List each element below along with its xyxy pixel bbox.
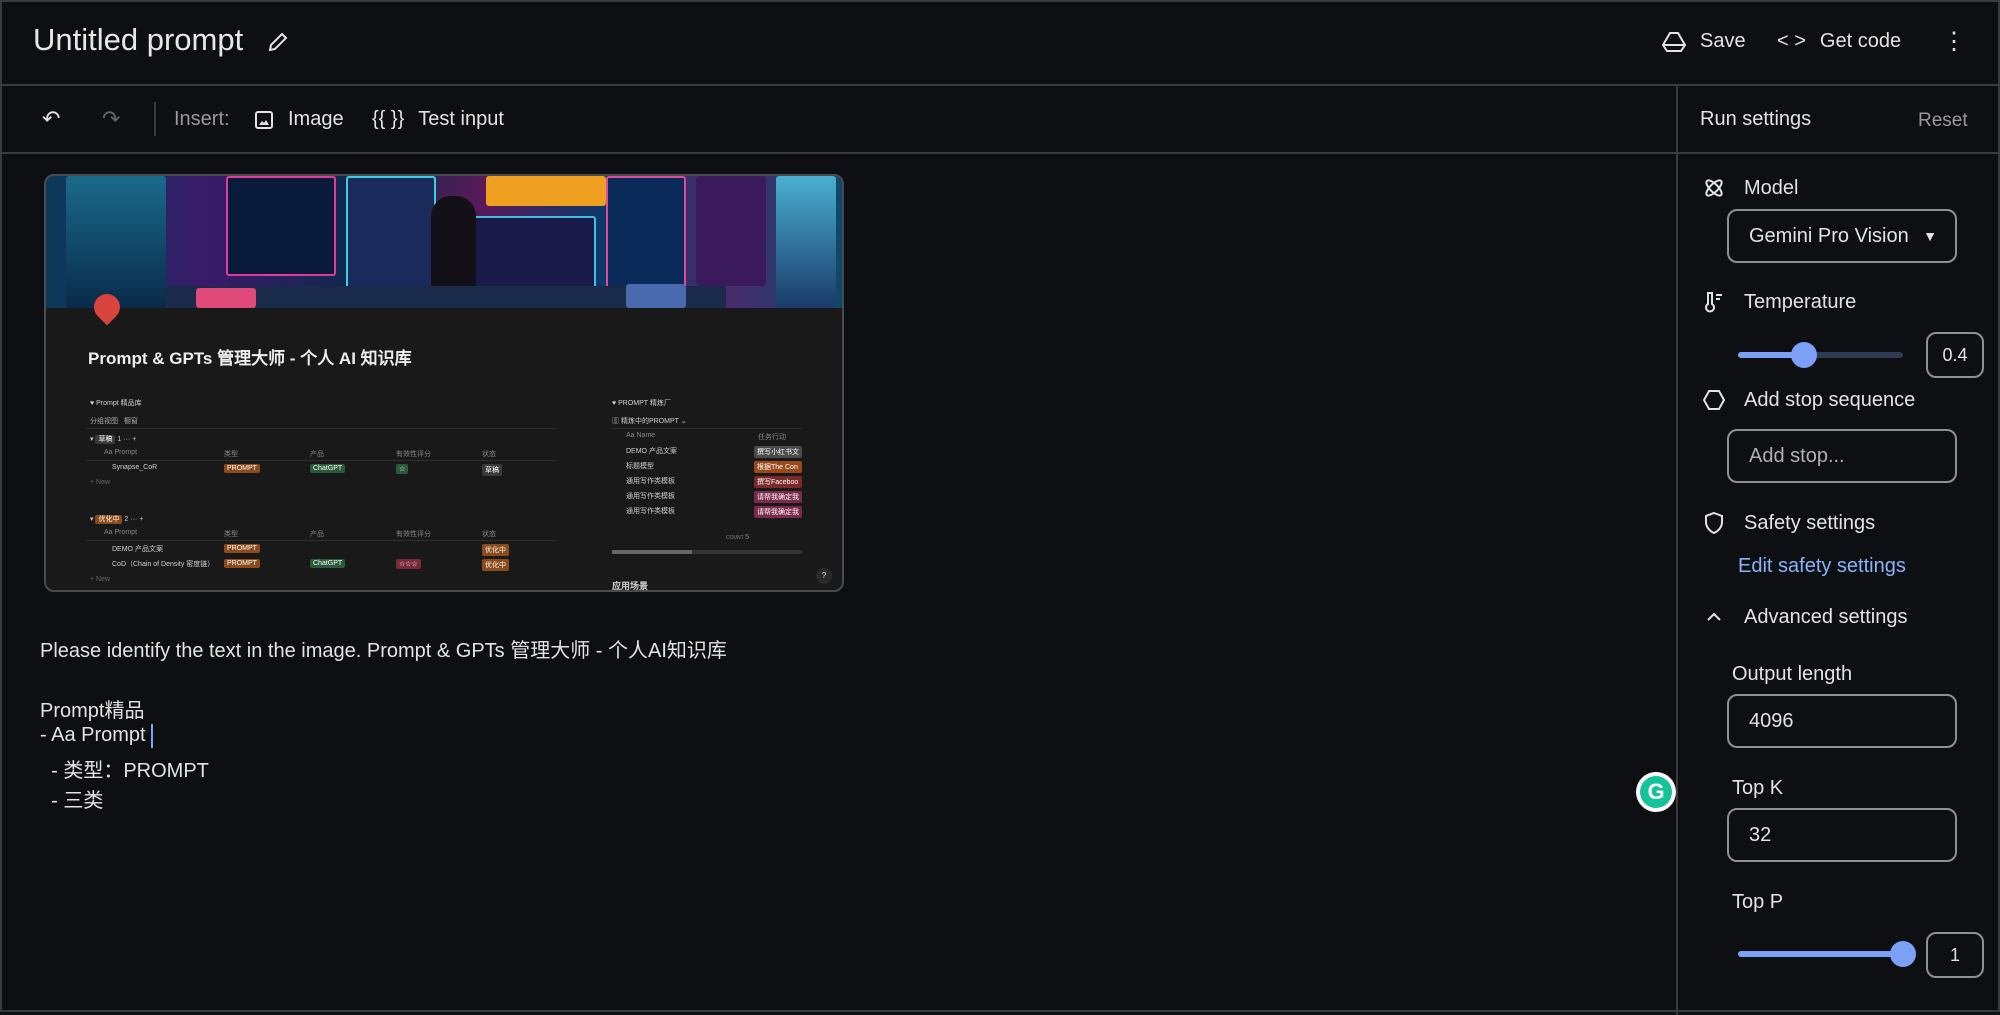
image-row-tag: 根据The Con: [754, 461, 802, 473]
temperature-section: Temperature: [1702, 290, 1856, 314]
redo-icon[interactable]: ↷: [102, 106, 120, 132]
image-title: Prompt & GPTs 管理大师 - 个人 AI 知识库: [88, 349, 412, 368]
image-row-tag: 请帮我确定我: [754, 491, 802, 503]
top-k-input[interactable]: 32: [1727, 808, 1957, 862]
undo-icon[interactable]: ↶: [42, 106, 60, 132]
image-row-name: 通用写作类模板: [626, 478, 675, 485]
image-row-tag: 撰写Faceboo: [754, 476, 802, 488]
text-cursor: [151, 724, 153, 748]
image-row-name: 标题模型: [626, 463, 654, 470]
top-p-label: Top P: [1732, 891, 1784, 913]
left-db-title: ♥ Prompt 精品库: [90, 400, 142, 407]
slider-thumb[interactable]: [1890, 941, 1916, 967]
shield-icon: [1705, 511, 1723, 535]
temperature-input[interactable]: 0.4: [1926, 332, 1984, 378]
help-button: ?: [816, 568, 832, 584]
top-p-slider[interactable]: [1738, 941, 1916, 967]
prompt-line: - 三类: [40, 790, 104, 812]
advanced-settings-toggle[interactable]: Advanced settings: [1702, 605, 1907, 629]
edit-title-icon[interactable]: [266, 30, 290, 59]
atom-icon: [1705, 179, 1723, 197]
prompt-title[interactable]: Untitled prompt: [33, 22, 243, 58]
prompt-line: - Aa Prompt: [40, 724, 146, 746]
prompt-line: Prompt精品: [40, 700, 145, 722]
output-length-input[interactable]: 4096: [1727, 694, 1957, 748]
chevron-up-icon: [1707, 612, 1721, 621]
braces-icon: {{ }}: [372, 108, 405, 130]
image-row-name: 通用写作类模板: [626, 493, 675, 500]
run-settings-title: Run settings: [1700, 108, 1812, 130]
uploaded-image[interactable]: Prompt & GPTs 管理大师 - 个人 AI 知识库 ♥ Prompt …: [44, 174, 844, 592]
image-row-tag: 撰写小红书文: [754, 446, 802, 458]
model-select[interactable]: Gemini Pro Vision ▼: [1727, 209, 1957, 263]
image-banner: [46, 176, 842, 308]
slider-thumb[interactable]: [1791, 342, 1817, 368]
reset-button[interactable]: Reset: [1918, 110, 1968, 132]
save-button[interactable]: Save: [1662, 30, 1746, 53]
top-p-input[interactable]: 1: [1926, 932, 1984, 978]
image-row-tag: 请帮我确定我: [754, 506, 802, 518]
insert-image-button[interactable]: Image: [254, 108, 344, 131]
grammarly-icon[interactable]: G: [1636, 772, 1676, 812]
safety-section: Safety settings: [1702, 511, 1875, 535]
get-code-button[interactable]: < > Get code: [1777, 30, 1901, 53]
image-row-name: 通用写作类模板: [626, 508, 675, 515]
insert-label: Insert:: [174, 108, 230, 130]
model-section: Model: [1702, 176, 1798, 200]
more-options-icon[interactable]: ⋮: [1942, 28, 1966, 56]
top-k-label: Top K: [1732, 777, 1784, 799]
output-length-label: Output length: [1732, 663, 1853, 685]
code-icon: < >: [1777, 30, 1806, 52]
thermometer-icon: [1705, 292, 1722, 313]
temperature-slider[interactable]: [1738, 342, 1903, 368]
stop-sequence-input[interactable]: Add stop...: [1727, 429, 1957, 483]
prompt-line: Please identify the text in the image. P…: [40, 640, 727, 662]
drive-icon: [1662, 31, 1686, 52]
image-icon: [255, 110, 273, 129]
image-row-name: DEMO 产品文案: [626, 448, 677, 455]
prompt-line: - 类型：PROMPT: [40, 760, 209, 782]
dropdown-arrow-icon: ▼: [1923, 228, 1937, 244]
edit-safety-settings-link[interactable]: Edit safety settings: [1738, 555, 1906, 578]
hexagon-icon: [1702, 390, 1726, 410]
stop-sequence-section: Add stop sequence: [1702, 388, 1915, 412]
insert-test-input-button[interactable]: {{ }} Test input: [372, 108, 504, 131]
